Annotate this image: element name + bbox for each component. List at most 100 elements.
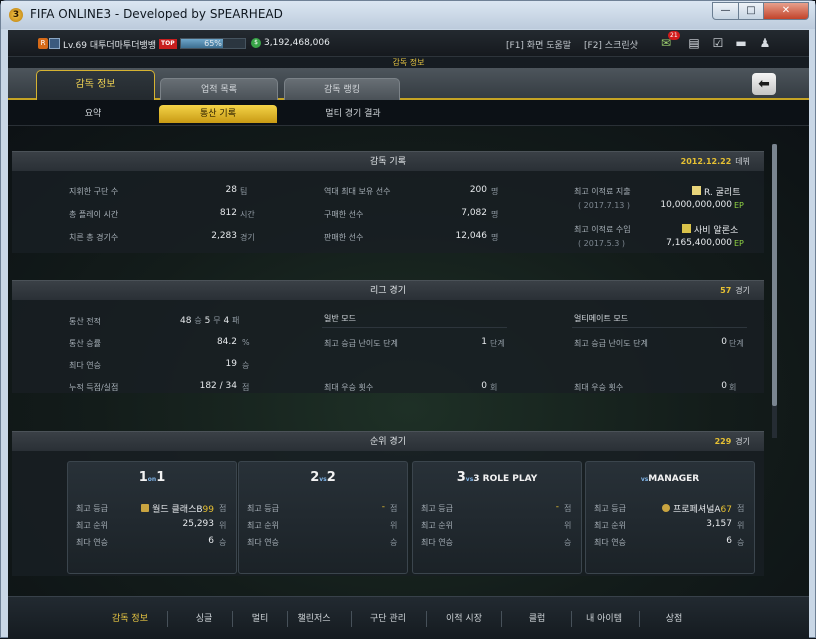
subtab-career-record[interactable]: 통산 기록	[159, 105, 277, 123]
panel-title: 순위 경기	[370, 437, 406, 447]
help-button[interactable]: [F1] 화면 도움말	[506, 38, 571, 51]
ultimate-mode-title: 얼티메이트 모드	[574, 314, 629, 323]
draws-unit: 무	[213, 316, 221, 325]
sold-unit: 명	[491, 233, 499, 242]
nav-item[interactable]: 상점	[644, 611, 704, 627]
level-name: Lv.69 대투더마투더뱅뱅	[63, 41, 157, 51]
ultimate-win-unit: 회	[729, 383, 737, 392]
minimize-button[interactable]: —	[712, 2, 739, 20]
team-crest-icon	[49, 38, 60, 49]
streak-unit: 승	[219, 538, 227, 547]
chat-icon[interactable]: ▬	[733, 36, 749, 50]
panel-title: 감독 기록	[370, 157, 406, 167]
grade-points: 99	[202, 505, 214, 515]
user-icon[interactable]: ♟	[757, 36, 773, 50]
grade-icon	[141, 504, 150, 512]
mode-title: vsMANAGER	[586, 470, 754, 485]
scrollbar[interactable]	[772, 144, 777, 438]
screen-title: 감독 정보	[8, 57, 809, 68]
bought-value: 7,082	[461, 208, 487, 218]
mode-title-sep: vs	[319, 476, 327, 483]
goals-value: 182 / 34	[199, 381, 237, 391]
nav-item[interactable]: 클럽	[507, 611, 567, 627]
normal-win-unit: 회	[490, 383, 498, 392]
grade-value: -	[299, 502, 385, 512]
games-label: 치른 총 경기수	[69, 233, 119, 242]
screenshot-button[interactable]: [F2] 스크린샷	[584, 38, 638, 51]
max-income-date: ( 2017.5.3 )	[578, 239, 625, 248]
streak-unit: 승	[242, 361, 250, 370]
rank-unit: 위	[219, 521, 227, 530]
grade-value: -	[473, 502, 559, 512]
nav-item[interactable]: 멀티	[230, 611, 290, 627]
losses-unit: 패	[232, 316, 240, 325]
mode-title: 2vs2	[239, 470, 407, 485]
rank-badge-icon: R	[38, 38, 48, 49]
nav-item[interactable]: 이적 시장	[434, 611, 494, 627]
rank-unit: 위	[564, 521, 572, 530]
status-bar: R Lv.69 대투더마투더뱅뱅 TOP 65% $ 3,192,468,006…	[8, 30, 809, 57]
rank-unit: 위	[737, 521, 745, 530]
streak-unit: 승	[390, 538, 398, 547]
streak-label: 최다 연승	[421, 538, 453, 547]
nav-item[interactable]: 싱글	[174, 611, 234, 627]
subtab-multi-results[interactable]: 멀티 경기 결과	[298, 105, 408, 123]
nav-separator	[570, 611, 572, 627]
nav-item[interactable]: 구단 관리	[358, 611, 418, 627]
normal-diff-value: 1	[481, 337, 487, 347]
winrate-value: 84.2	[216, 337, 237, 347]
top-badge: TOP	[159, 39, 177, 49]
streak-value: 6	[726, 536, 732, 546]
nav-item[interactable]: 내 아이템	[574, 611, 634, 627]
nav-separator	[500, 611, 502, 627]
playtime-value: 812	[219, 208, 237, 218]
scroll-thumb[interactable]	[772, 144, 777, 406]
ultimate-diff-value: 0	[721, 337, 727, 347]
league-count-unit: 경기	[735, 286, 750, 295]
mode-title-b: 3 ROLE PLAY	[473, 474, 538, 484]
max-spend-label: 최고 이적료 지출	[574, 187, 631, 196]
max-spend-player[interactable]: R. 굴리트	[692, 185, 741, 198]
maximize-button[interactable]: □	[738, 2, 764, 20]
mode-card: 3vs3 ROLE PLAY 최고 등급 - 점 최고 순위 위 최다 연승 승	[412, 461, 582, 574]
tab-manager-ranking[interactable]: 감독 랭킹	[284, 78, 400, 100]
close-button[interactable]: ✕	[763, 2, 809, 20]
tab-achievements[interactable]: 업적 목록	[160, 78, 278, 100]
mail-count-badge: 21	[668, 31, 680, 40]
max-players-unit: 명	[491, 187, 499, 196]
tab-manager-info[interactable]: 감독 정보	[36, 70, 155, 100]
wins-unit: 승	[194, 316, 202, 325]
winrate-label: 통산 승률	[69, 339, 101, 348]
max-spend-amount: 10,000,000,000	[660, 200, 732, 210]
teams-label: 지휘한 구단 수	[69, 187, 119, 196]
nav-separator	[351, 611, 352, 627]
ranked-count-unit: 경기	[735, 437, 750, 446]
rank-label: 최고 순위	[76, 521, 108, 530]
calendar-check-icon[interactable]: ☑	[710, 36, 726, 50]
grade-unit: 점	[564, 504, 572, 513]
grade-points: -	[381, 502, 385, 512]
nav-item[interactable]: 챌린저스	[284, 611, 344, 627]
mode-title-b: 1	[156, 470, 166, 485]
league-panel: 리그 경기 57 경기 통산 전적 48 승 5 무 4 패 통산 승률 84.2…	[12, 280, 764, 393]
back-arrow-icon[interactable]: ⬅	[752, 73, 776, 95]
rank-label: 최고 순위	[594, 521, 626, 530]
subtab-summary[interactable]: 요약	[63, 105, 123, 123]
window-title: FIFA ONLINE3 - Developed by SPEARHEAD	[30, 7, 283, 21]
nav-item[interactable]: 감독 정보	[100, 611, 160, 627]
bought-label: 구매한 선수	[324, 210, 364, 219]
goals-unit: 점	[242, 383, 250, 392]
title-bar[interactable]: 3 FIFA ONLINE3 - Developed by SPEARHEAD …	[1, 1, 815, 29]
max-income-player[interactable]: 사비 알론소	[682, 223, 738, 236]
clipboard-icon[interactable]: ▤	[686, 36, 702, 50]
mode-card: vsMANAGER 최고 등급 프로페셔널A67 점 최고 순위 3,157 위 최다 연승 6…	[585, 461, 755, 574]
bought-unit: 명	[491, 210, 499, 219]
normal-diff-label: 최고 승급 난이도 단계	[324, 339, 398, 348]
mode-title: 1on1	[68, 470, 236, 485]
normal-mode-title: 일반 모드	[324, 314, 356, 323]
wins: 48	[180, 316, 192, 326]
nav-separator	[426, 611, 427, 627]
grade-unit: 점	[219, 504, 227, 513]
league-count: 57 경기	[720, 281, 750, 301]
ultimate-diff-label: 최고 승급 난이도 단계	[574, 339, 648, 348]
